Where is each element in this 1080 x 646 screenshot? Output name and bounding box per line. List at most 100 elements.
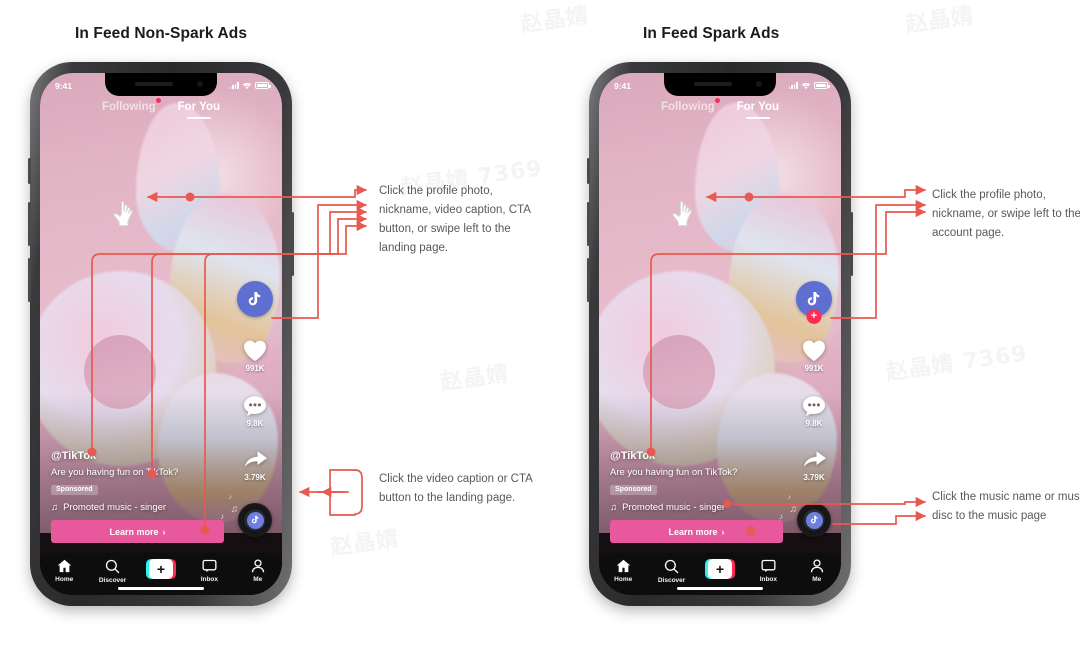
search-icon — [105, 559, 120, 574]
wifi-icon — [242, 82, 252, 89]
cta-label: Learn more — [109, 526, 159, 537]
watermark: 赵晶婧 — [518, 3, 591, 38]
share-action[interactable]: 3.79K — [243, 450, 268, 482]
like-count: 991K — [804, 364, 824, 373]
panel-title-spark: In Feed Spark Ads — [643, 25, 780, 42]
battery-icon — [814, 82, 830, 89]
tiktok-note-icon — [248, 291, 261, 305]
nav-item-discover[interactable]: Discover — [650, 559, 694, 584]
inbox-icon — [202, 559, 217, 573]
music-note-icon: ♫ — [51, 502, 59, 513]
wifi-icon — [801, 82, 811, 89]
feed-tab-following[interactable]: Following — [101, 98, 161, 113]
nav-item-create[interactable]: + — [698, 559, 742, 579]
sponsored-badge: Sponsored — [610, 484, 657, 495]
home-icon — [616, 559, 630, 573]
status-time: 9:41 — [55, 80, 73, 91]
follow-button[interactable]: + — [806, 309, 822, 324]
profile-photo-avatar[interactable]: + — [796, 281, 832, 324]
video-caption[interactable]: Are you having fun on TikTok? — [51, 467, 227, 478]
nav-item-me[interactable]: Me — [795, 559, 839, 583]
cta-label: Learn more — [668, 526, 718, 537]
nav-item-me[interactable]: Me — [236, 559, 280, 583]
nav-label: Me — [812, 575, 822, 583]
tiktok-feed-screen[interactable]: 9:41 Following — [599, 73, 841, 595]
action-rail: 991K 9.8K 3.79K — [237, 281, 273, 482]
notification-dot-icon — [155, 98, 161, 103]
annotation-non-spark-top: Click the profile photo, nickname, video… — [379, 185, 531, 254]
nickname[interactable]: @TikTok — [51, 450, 227, 462]
music-name-row[interactable]: ♫ Promoted music - singer — [610, 502, 786, 513]
search-icon — [664, 559, 679, 574]
nav-label: Me — [253, 575, 263, 583]
person-icon — [810, 559, 823, 573]
phone-mockup-non-spark: 9:41 Following For You 991K 9.8K 3.79K ♪… — [28, 62, 294, 606]
music-name-row[interactable]: ♫ Promoted music - singer — [51, 502, 227, 513]
feed-tabs: Following For You — [599, 98, 841, 113]
feed-tab-label: For You — [736, 101, 780, 113]
nav-item-discover[interactable]: Discover — [91, 559, 135, 584]
person-icon — [251, 559, 264, 573]
nav-item-home[interactable]: Home — [601, 559, 645, 583]
nav-label: Discover — [98, 576, 127, 584]
comment-count: 9.8K — [805, 419, 823, 428]
signal-bars-icon — [788, 82, 798, 89]
panel-title-non-spark: In Feed Non-Spark Ads — [75, 25, 248, 42]
heart-icon — [803, 340, 825, 361]
feed-tab-for-you[interactable]: For You — [178, 101, 220, 113]
chevron-right-icon: › — [162, 526, 166, 537]
feed-tab-label: For You — [177, 101, 221, 113]
nav-label: Home — [55, 575, 74, 583]
cta-button[interactable]: Learn more › — [51, 520, 224, 543]
screenshot-root: 赵晶婧 赵晶婧 赵晶婧 7369 赵晶婧 赵晶婧 7369 赵晶婧 7369 赵… — [0, 0, 1080, 646]
nav-label: Inbox — [200, 575, 219, 583]
video-caption[interactable]: Are you having fun on TikTok? — [610, 467, 786, 478]
chevron-right-icon: › — [721, 526, 725, 537]
home-icon — [57, 559, 71, 573]
profile-photo-avatar[interactable] — [237, 281, 273, 317]
nav-item-home[interactable]: Home — [42, 559, 86, 583]
hand-cursor-icon — [672, 201, 692, 227]
hand-cursor-icon — [113, 201, 133, 227]
watermark: 赵晶婧 7369 — [884, 341, 1030, 386]
feed-tab-for-you[interactable]: For You — [737, 101, 779, 113]
watermark: 赵晶婧 — [903, 3, 976, 38]
music-disc[interactable] — [797, 503, 831, 537]
comment-icon — [244, 396, 266, 416]
comment-action[interactable]: 9.8K — [802, 395, 826, 428]
inbox-icon — [761, 559, 776, 573]
watermark: 赵晶婧 — [328, 526, 401, 561]
nav-item-inbox[interactable]: Inbox — [746, 559, 790, 583]
nav-item-create[interactable]: + — [139, 559, 183, 579]
cta-button[interactable]: Learn more › — [610, 520, 783, 543]
nickname[interactable]: @TikTok — [610, 450, 786, 462]
status-bar: 9:41 — [599, 73, 841, 96]
plus-icon: + — [704, 559, 735, 579]
signal-bars-icon — [229, 82, 239, 89]
annotation-non-spark-bottom: Click the video caption or CTA button to… — [379, 473, 533, 504]
like-action[interactable]: 991K — [242, 339, 268, 373]
notification-dot-icon — [714, 98, 720, 103]
like-action[interactable]: 991K — [801, 339, 827, 373]
share-action[interactable]: 3.79K — [802, 450, 827, 482]
comment-icon — [803, 396, 825, 416]
tiktok-note-icon — [807, 291, 820, 305]
status-bar: 9:41 — [40, 73, 282, 96]
watermark: 赵晶婧 — [438, 361, 511, 396]
feed-tab-label: Following — [101, 101, 156, 113]
music-disc[interactable] — [238, 503, 272, 537]
comment-action[interactable]: 9.8K — [243, 395, 267, 428]
status-time: 9:41 — [614, 80, 632, 91]
nav-item-inbox[interactable]: Inbox — [187, 559, 231, 583]
feed-tab-following[interactable]: Following — [661, 98, 720, 113]
comment-count: 9.8K — [246, 419, 264, 428]
home-indicator — [118, 586, 204, 590]
share-icon — [244, 451, 267, 467]
nav-label: Home — [614, 575, 633, 583]
share-count: 3.79K — [803, 473, 825, 482]
phone-mockup-spark: 9:41 Following For You + 991K 9.8K 3.79K… — [587, 62, 853, 606]
tiktok-feed-screen[interactable]: 9:41 Following — [40, 73, 282, 595]
share-icon — [803, 451, 826, 467]
music-name: Promoted music - singer — [622, 502, 726, 513]
battery-icon — [255, 82, 271, 89]
